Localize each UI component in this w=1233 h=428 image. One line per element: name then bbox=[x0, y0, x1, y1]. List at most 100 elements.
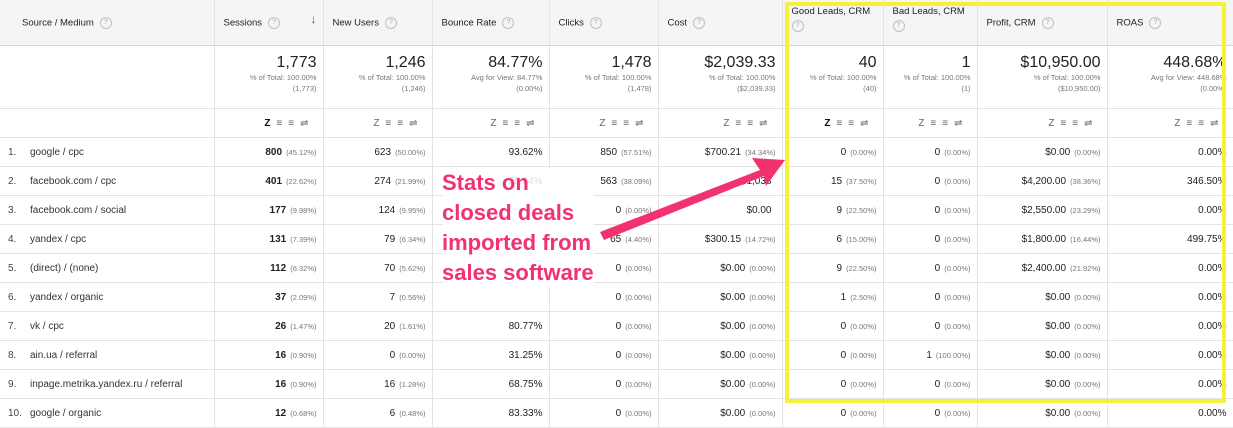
percent-icon[interactable]: ≡ bbox=[288, 118, 300, 129]
clicks-cell: 0 (0.00%) bbox=[549, 340, 659, 370]
col-header-bounce-rate[interactable]: Bounce Rate? bbox=[432, 0, 550, 46]
source-medium-link[interactable]: inpage.metrika.yandex.ru / referral bbox=[30, 379, 182, 390]
source-medium-link[interactable]: ain.ua / referral bbox=[30, 350, 97, 361]
bad-cell: 0 (0.00%) bbox=[883, 253, 978, 283]
data-table-icon[interactable]: ≡ bbox=[735, 118, 747, 129]
data-table-icon[interactable]: ≡ bbox=[502, 118, 514, 129]
comparison-icon[interactable]: ⇌ bbox=[1210, 118, 1224, 129]
sort-type-icon[interactable]: Z bbox=[918, 118, 930, 129]
help-icon[interactable]: ? bbox=[589, 16, 602, 29]
clicks-value: 563 bbox=[600, 175, 618, 187]
cost-value: $0.00 bbox=[720, 407, 746, 419]
source-medium-link[interactable]: google / organic bbox=[30, 408, 101, 419]
col-header-good-leads[interactable]: Good Leads, CRM? bbox=[782, 0, 884, 46]
data-table-icon[interactable]: ≡ bbox=[836, 118, 848, 129]
viz-controls[interactable]: Z≡≡⇌ bbox=[549, 108, 659, 138]
comparison-icon[interactable]: ⇌ bbox=[526, 118, 540, 129]
col-header-sessions[interactable]: Sessions? ↓ bbox=[214, 0, 324, 46]
data-table-icon[interactable]: ≡ bbox=[930, 118, 942, 129]
col-header-clicks[interactable]: Clicks? bbox=[549, 0, 659, 46]
cost-value: $0.00 bbox=[746, 204, 772, 216]
comparison-icon[interactable]: ⇌ bbox=[300, 118, 314, 129]
sort-type-icon[interactable]: Z bbox=[1174, 118, 1186, 129]
viz-controls[interactable]: Z≡≡⇌ bbox=[883, 108, 978, 138]
sort-type-icon[interactable]: Z bbox=[723, 118, 735, 129]
clicks-value: 850 bbox=[600, 146, 618, 158]
sessions-percent: (0.90%) bbox=[290, 350, 317, 360]
source-medium-link[interactable]: yandex / organic bbox=[30, 292, 103, 303]
viz-controls[interactable]: Z≡≡⇌ bbox=[977, 108, 1108, 138]
col-header-profit[interactable]: Profit, CRM? bbox=[977, 0, 1108, 46]
sessions-value: 12 bbox=[275, 407, 287, 419]
sort-type-icon[interactable]: Z bbox=[1048, 118, 1060, 129]
profit-cell: $0.00 (0.00%) bbox=[977, 340, 1108, 370]
profit-cell: $2,550.00 (23.29%) bbox=[977, 195, 1108, 225]
bad-percent: (0.00%) bbox=[944, 205, 971, 215]
viz-controls[interactable]: Z≡≡⇌ bbox=[214, 108, 324, 138]
profit-cell: $4,200.00 (38.36%) bbox=[977, 166, 1108, 196]
help-icon[interactable]: ? bbox=[502, 16, 515, 29]
roas-value: 0.00% bbox=[1198, 204, 1227, 216]
source-medium-link[interactable]: facebook.com / cpc bbox=[30, 176, 116, 187]
data-table-icon[interactable]: ≡ bbox=[611, 118, 623, 129]
help-icon[interactable]: ? bbox=[1041, 16, 1054, 29]
comparison-icon[interactable]: ⇌ bbox=[954, 118, 968, 129]
percent-icon[interactable]: ≡ bbox=[942, 118, 954, 129]
data-table-icon[interactable]: ≡ bbox=[385, 118, 397, 129]
help-icon[interactable]: ? bbox=[99, 16, 112, 29]
viz-controls[interactable]: Z≡≡⇌ bbox=[1107, 108, 1233, 138]
col-header-source-medium[interactable]: Source / Medium? bbox=[0, 0, 215, 46]
col-header-cost[interactable]: Cost? bbox=[658, 0, 783, 46]
percent-icon[interactable]: ≡ bbox=[514, 118, 526, 129]
total-cell: 40% of Total: 100.00% (40) bbox=[782, 45, 884, 109]
good-value: 1 bbox=[840, 291, 847, 303]
help-icon[interactable]: ? bbox=[384, 16, 397, 29]
newusers-cell: 70 (5.62%) bbox=[323, 253, 433, 283]
bad-percent: (0.00%) bbox=[944, 234, 971, 244]
profit-cell: $1,800.00 (16.44%) bbox=[977, 224, 1108, 254]
data-table-icon[interactable]: ≡ bbox=[276, 118, 288, 129]
data-table-icon[interactable]: ≡ bbox=[1060, 118, 1072, 129]
source-medium-link[interactable]: yandex / cpc bbox=[30, 234, 86, 245]
sort-type-icon[interactable]: Z bbox=[599, 118, 611, 129]
help-icon[interactable]: ? bbox=[1149, 16, 1162, 29]
col-header-new-users[interactable]: New Users? bbox=[323, 0, 433, 46]
viz-controls[interactable]: Z≡≡⇌ bbox=[658, 108, 783, 138]
percent-icon[interactable]: ≡ bbox=[1198, 118, 1210, 129]
percent-icon[interactable]: ≡ bbox=[848, 118, 860, 129]
profit-cell: $0.00 (0.00%) bbox=[977, 311, 1108, 341]
percent-icon[interactable]: ≡ bbox=[623, 118, 635, 129]
comparison-icon[interactable]: ⇌ bbox=[759, 118, 773, 129]
source-medium-link[interactable]: google / cpc bbox=[30, 147, 84, 158]
comparison-icon[interactable]: ⇌ bbox=[409, 118, 423, 129]
col-header-bad-leads[interactable]: Bad Leads, CRM? bbox=[883, 0, 978, 46]
comparison-icon[interactable]: ⇌ bbox=[860, 118, 874, 129]
comparison-icon[interactable]: ⇌ bbox=[1084, 118, 1098, 129]
viz-controls[interactable]: Z≡≡⇌ bbox=[432, 108, 550, 138]
data-table-icon[interactable]: ≡ bbox=[1186, 118, 1198, 129]
sort-descending-icon[interactable]: ↓ bbox=[311, 12, 317, 26]
sort-type-icon[interactable]: Z bbox=[264, 118, 276, 129]
newusers-value: 16 bbox=[384, 378, 396, 390]
sort-type-icon[interactable]: Z bbox=[824, 118, 836, 129]
col-header-roas[interactable]: ROAS? bbox=[1107, 0, 1233, 46]
sort-type-icon[interactable]: Z bbox=[490, 118, 502, 129]
help-icon[interactable]: ? bbox=[268, 16, 281, 29]
help-icon[interactable]: ? bbox=[791, 20, 804, 32]
help-icon[interactable]: ? bbox=[892, 20, 905, 32]
help-icon[interactable]: ? bbox=[693, 16, 706, 29]
sort-type-icon[interactable]: Z bbox=[373, 118, 385, 129]
viz-controls[interactable]: Z≡≡⇌ bbox=[782, 108, 884, 138]
good-cell: 6 (15.00%) bbox=[782, 224, 884, 254]
percent-icon[interactable]: ≡ bbox=[1072, 118, 1084, 129]
percent-icon[interactable]: ≡ bbox=[397, 118, 409, 129]
table-row: 3. facebook.com / social 177 (9.98%) 124 (9.9… bbox=[0, 195, 1233, 225]
source-medium-link[interactable]: facebook.com / social bbox=[30, 205, 126, 216]
viz-controls[interactable]: Z≡≡⇌ bbox=[323, 108, 433, 138]
source-medium-link[interactable]: vk / cpc bbox=[30, 321, 64, 332]
clicks-value: 0 bbox=[615, 262, 622, 274]
comparison-icon[interactable]: ⇌ bbox=[635, 118, 649, 129]
source-medium-link[interactable]: (direct) / (none) bbox=[30, 263, 98, 274]
percent-icon[interactable]: ≡ bbox=[747, 118, 759, 129]
newusers-value: 79 bbox=[384, 233, 396, 245]
